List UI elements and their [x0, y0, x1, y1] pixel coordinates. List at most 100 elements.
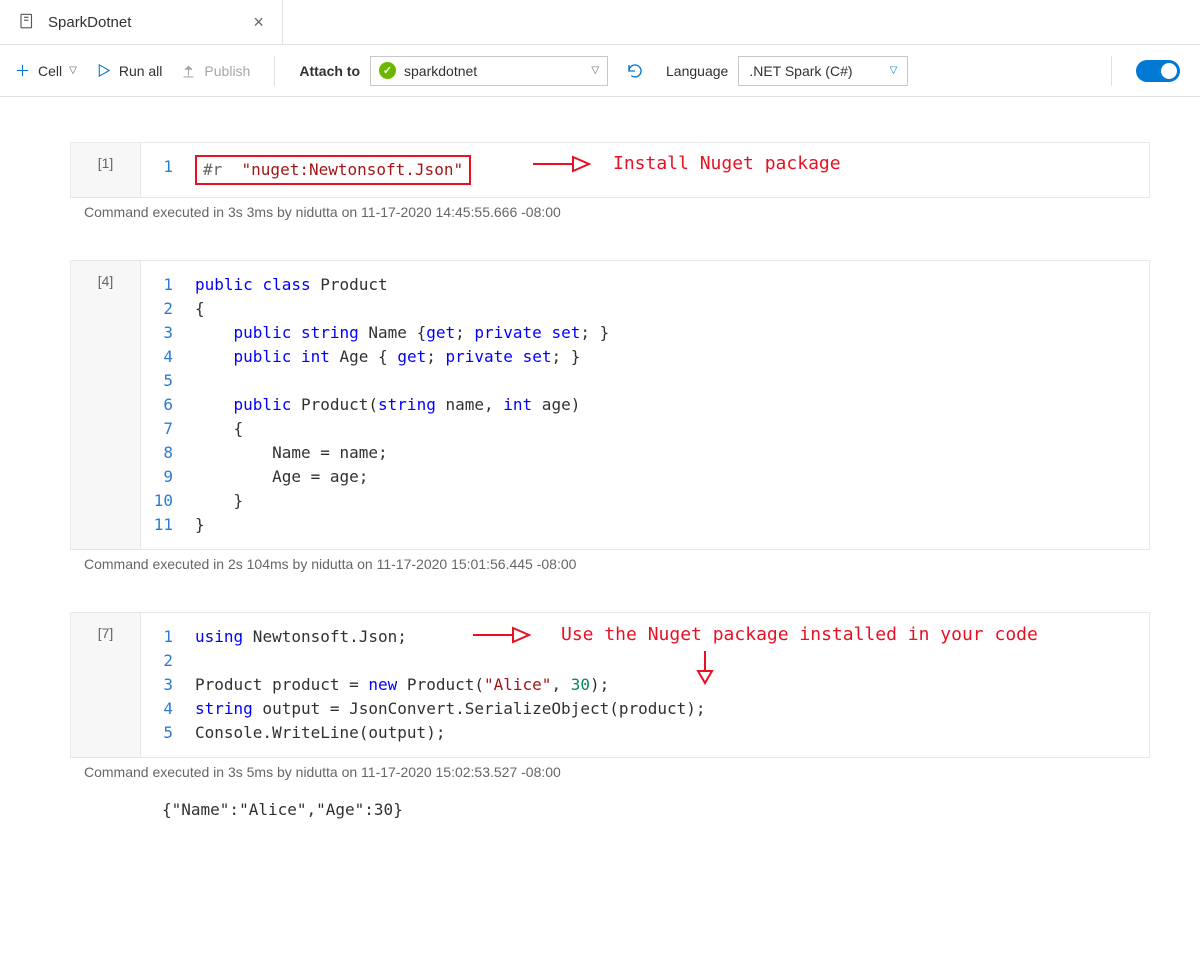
t: private [445, 347, 512, 366]
t: ); [590, 675, 609, 694]
annotation-text: Use the Nuget package installed in your … [561, 623, 1038, 647]
notebook-body: [1] 1 #r "nuget:Newtonsoft.Json" Install … [0, 97, 1200, 869]
t: public [234, 323, 292, 342]
notebook-tab[interactable]: SparkDotnet × [0, 0, 283, 44]
line-number: 2 [163, 297, 173, 321]
cell-output: {"Name":"Alice","Age":30} [70, 794, 1150, 839]
highlight-box: #r "nuget:Newtonsoft.Json" [195, 155, 471, 185]
exec-count: [4] [71, 261, 141, 549]
code-cell[interactable]: [4] 1 2 3 4 5 6 7 8 9 10 11 public class… [70, 260, 1150, 550]
chevron-down-icon: ▽ [591, 65, 599, 76]
attach-label: Attach to [299, 63, 360, 79]
t: string [195, 699, 253, 718]
attach-value: sparkdotnet [404, 63, 477, 79]
line-number: 11 [154, 513, 173, 537]
notebook-icon [18, 12, 36, 33]
t: Product product = [195, 675, 368, 694]
t: 30 [571, 675, 590, 694]
attach-dropdown[interactable]: sparkdotnet ▽ [370, 56, 608, 86]
t: age) [532, 395, 580, 414]
close-icon[interactable]: × [253, 12, 264, 33]
language-block: Language .NET Spark (C#) ▽ [666, 56, 908, 86]
code-cell[interactable]: [7] 1 2 3 4 5 using Newtonsoft.Json;Use … [70, 612, 1150, 758]
t: ; } [580, 323, 609, 342]
cell-status: Command executed in 3s 5ms by nidutta on… [84, 764, 1150, 780]
t: set [523, 347, 552, 366]
line-number: 1 [163, 155, 173, 179]
t: set [551, 323, 580, 342]
annotation: Install Nuget package [531, 152, 841, 176]
exec-count: [1] [71, 143, 141, 197]
t: public [195, 275, 253, 294]
line-number: 1 [163, 625, 173, 649]
code-area[interactable]: using Newtonsoft.Json;Use the Nuget pack… [181, 613, 1149, 757]
line-gutter: 1 2 3 4 5 6 7 8 9 10 11 [141, 261, 181, 549]
t: get [426, 323, 455, 342]
language-value: .NET Spark (C#) [749, 63, 852, 79]
line-number: 10 [154, 489, 173, 513]
line-number: 5 [163, 721, 173, 745]
line-number: 2 [163, 649, 173, 673]
t: } [234, 491, 244, 510]
t: Age = age; [272, 467, 368, 486]
code-token: #r [203, 160, 222, 179]
t: Name { [359, 323, 426, 342]
run-all-label: Run all [119, 63, 163, 79]
t: Name = name; [272, 443, 388, 462]
t: class [262, 275, 310, 294]
t: "Alice" [484, 675, 551, 694]
cell-status: Command executed in 2s 104ms by nidutta … [84, 556, 1150, 572]
add-cell-button[interactable]: Cell ▽ [14, 62, 77, 79]
exec-count: [7] [71, 613, 141, 757]
line-number: 4 [163, 345, 173, 369]
toolbar: Cell ▽ Run all Publish Attach to sparkdo… [0, 45, 1200, 97]
line-number: 9 [163, 465, 173, 489]
annotation [694, 649, 716, 685]
code-cell[interactable]: [1] 1 #r "nuget:Newtonsoft.Json" Install … [70, 142, 1150, 198]
line-number: 3 [163, 321, 173, 345]
arrow-down-icon [694, 649, 716, 685]
t: name, [436, 395, 503, 414]
tab-title: SparkDotnet [48, 14, 131, 31]
t: , [551, 675, 570, 694]
t: Console.WriteLine(output); [195, 723, 445, 742]
t: private [474, 323, 541, 342]
language-dropdown[interactable]: .NET Spark (C#) ▽ [738, 56, 908, 86]
code-area[interactable]: public class Product { public string Nam… [181, 261, 1149, 549]
t: int [503, 395, 532, 414]
chevron-down-icon: ▽ [69, 65, 77, 76]
t: get [397, 347, 426, 366]
line-number: 6 [163, 393, 173, 417]
line-number: 3 [163, 673, 173, 697]
code-token: "nuget:Newtonsoft.Json" [242, 160, 464, 179]
t: Age { [330, 347, 397, 366]
annotation: Use the Nuget package installed in your … [471, 623, 1038, 647]
t: Product( [397, 675, 484, 694]
t: ; [426, 347, 445, 366]
cell-label: Cell [38, 63, 62, 79]
line-gutter: 1 2 3 4 5 [141, 613, 181, 757]
line-number: 8 [163, 441, 173, 465]
t: Product( [291, 395, 378, 414]
code-area[interactable]: #r "nuget:Newtonsoft.Json" Install Nuget … [181, 143, 1149, 197]
t: public [234, 347, 292, 366]
arrow-right-icon [471, 624, 531, 646]
toggle-switch[interactable] [1136, 60, 1180, 82]
t: string [378, 395, 436, 414]
annotation-text: Install Nuget package [613, 152, 841, 176]
attach-block: Attach to sparkdotnet ▽ [299, 56, 608, 86]
t: ; } [551, 347, 580, 366]
arrow-right-icon [531, 153, 591, 175]
tab-bar: SparkDotnet × [0, 0, 1200, 45]
chevron-down-icon: ▽ [890, 65, 898, 76]
run-all-button[interactable]: Run all [95, 62, 163, 79]
t: } [195, 515, 205, 534]
refresh-button[interactable] [626, 62, 644, 80]
t: int [301, 347, 330, 366]
t: new [368, 675, 397, 694]
line-number: 1 [163, 273, 173, 297]
t: { [234, 419, 244, 438]
line-number: 5 [163, 369, 173, 393]
language-label: Language [666, 63, 728, 79]
t: { [195, 299, 205, 318]
